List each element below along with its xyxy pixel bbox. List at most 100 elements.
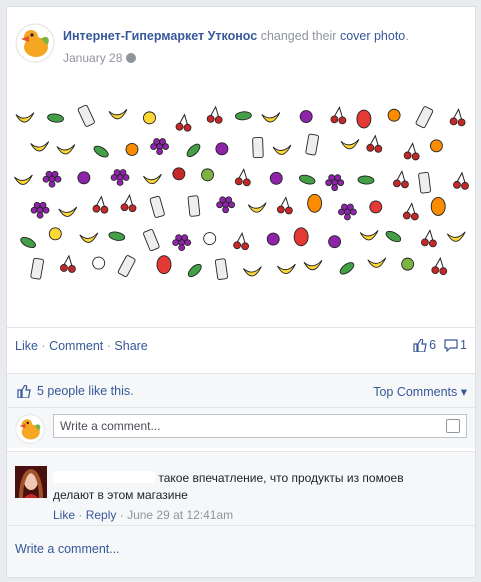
- fruit-illustration: [42, 170, 62, 188]
- fruit-illustration: [201, 168, 214, 182]
- action-text: changed their: [260, 29, 337, 43]
- page-name-link[interactable]: Интернет-Гипермаркет Утконос: [63, 29, 257, 43]
- fruit-illustration: [150, 138, 169, 155]
- comment-reply-button[interactable]: Reply: [86, 508, 117, 522]
- likes-link[interactable]: 5 people like this.: [17, 384, 134, 398]
- page-avatar[interactable]: [15, 23, 55, 63]
- globe-icon: [126, 53, 137, 63]
- fruit-illustration: [242, 266, 262, 277]
- fruit-illustration: [187, 263, 202, 278]
- action-bar: Like · Comment · Share 6 1: [7, 327, 475, 364]
- fruit-illustration: [172, 234, 192, 252]
- fruit-illustration: [30, 257, 44, 280]
- fruit-illustration: [356, 109, 372, 129]
- fruit-illustration: [233, 231, 250, 251]
- fruit-illustration: [156, 255, 172, 275]
- fruit-illustration: [429, 139, 443, 153]
- fruit-illustration: [120, 193, 137, 213]
- fruit-illustration: [77, 104, 95, 127]
- fruit-illustration: [449, 108, 466, 127]
- post-date-text[interactable]: January 28: [63, 51, 122, 65]
- action-end: .: [405, 29, 409, 43]
- fruit-illustration: [77, 171, 91, 185]
- fruit-illustration: [47, 113, 64, 123]
- comment-meta: Like · Reply · June 29 at 12:41am: [53, 508, 233, 522]
- fruit-illustration: [92, 256, 106, 270]
- write-comment-link[interactable]: Write a comment...: [15, 542, 120, 556]
- comment-button[interactable]: Comment: [49, 339, 103, 353]
- fruit-illustration: [143, 173, 162, 185]
- fruit-illustration: [13, 174, 33, 185]
- likes-text: 5 people like this.: [37, 384, 134, 398]
- fruit-illustration: [330, 106, 347, 125]
- fruit-illustration: [215, 142, 229, 156]
- fruit-illustration: [366, 134, 383, 153]
- comment-placeholder: Write a comment...: [60, 419, 161, 433]
- fruit-illustration: [303, 259, 323, 271]
- fruit-illustration: [56, 144, 76, 155]
- cover-photo-link[interactable]: cover photo: [340, 29, 405, 43]
- fruit-illustration: [214, 258, 229, 280]
- fruit-illustration: [143, 111, 156, 125]
- fruit-illustration: [357, 175, 375, 185]
- fruit-illustration: [307, 193, 323, 213]
- fruit-illustration: [446, 231, 466, 242]
- fruit-illustration: [79, 232, 99, 243]
- cover-photo[interactable]: [7, 79, 475, 327]
- fruit-illustration: [418, 171, 432, 194]
- comment-icon: [444, 338, 458, 352]
- commenter-avatar[interactable]: [15, 466, 47, 498]
- fruit-illustration: [234, 168, 251, 187]
- fruit-illustration: [58, 206, 78, 217]
- top-comments-dropdown[interactable]: Top Comments ▾: [373, 384, 467, 399]
- fruit-illustration: [92, 195, 109, 214]
- fruit-illustration: [93, 145, 109, 158]
- camera-icon[interactable]: [446, 419, 460, 433]
- comment-input[interactable]: Write a comment...: [53, 414, 467, 438]
- fruit-illustration: [30, 141, 50, 152]
- post-card: Интернет-Гипермаркет Утконос changed the…: [6, 6, 476, 578]
- fruit-illustration: [367, 257, 387, 268]
- fruit-illustration: [206, 105, 223, 124]
- fruit-illustration: [299, 110, 313, 123]
- fruit-illustration: [172, 167, 186, 181]
- fruit-illustration: [117, 255, 136, 277]
- fruit-illustration: [277, 263, 296, 275]
- comment-time[interactable]: · June 29 at 12:41am: [120, 508, 233, 522]
- comment-like-button[interactable]: Like: [53, 508, 75, 522]
- fruit-illustration: [60, 254, 76, 273]
- fruit-illustration: [305, 133, 319, 156]
- fruit-illustration: [393, 170, 409, 189]
- fruit-illustration: [431, 256, 448, 276]
- action-links: Like · Comment · Share: [15, 339, 148, 353]
- fruit-illustration: [110, 169, 130, 186]
- comment-composer: Write a comment...: [7, 407, 475, 448]
- fruit-illustration: [234, 111, 252, 121]
- fruit-illustration: [298, 174, 316, 185]
- fruit-illustration: [266, 232, 280, 246]
- redacted-name: [53, 471, 155, 483]
- fruit-illustration: [261, 112, 281, 123]
- page-avatar: [15, 414, 45, 444]
- fruit-illustration: [143, 229, 160, 252]
- fruit-illustration: [430, 197, 446, 216]
- fruit-illustration: [15, 112, 35, 123]
- write-comment-footer: Write a comment...: [7, 525, 475, 577]
- fruit-illustration: [149, 195, 165, 218]
- reaction-counts[interactable]: 6 1: [413, 338, 467, 352]
- thumbs-up-icon: [17, 384, 31, 398]
- fruit-illustration: [272, 144, 292, 155]
- fruit-illustration: [453, 171, 469, 190]
- like-button[interactable]: Like: [15, 339, 38, 353]
- likes-summary: 5 people like this. Top Comments ▾: [7, 373, 475, 408]
- fruit-illustration: [203, 232, 217, 246]
- fruit-illustration: [325, 174, 345, 192]
- like-count: 6: [429, 338, 437, 352]
- fruit-illustration: [269, 171, 283, 185]
- fruit-illustration: [385, 230, 402, 243]
- comment-item: такое впечатление, что продукты из помое…: [7, 451, 475, 526]
- fruit-illustration: [48, 227, 62, 241]
- fruit-illustration: [187, 195, 201, 217]
- comment-body: такое впечатление, что продукты из помое…: [53, 470, 433, 504]
- share-button[interactable]: Share: [114, 339, 147, 353]
